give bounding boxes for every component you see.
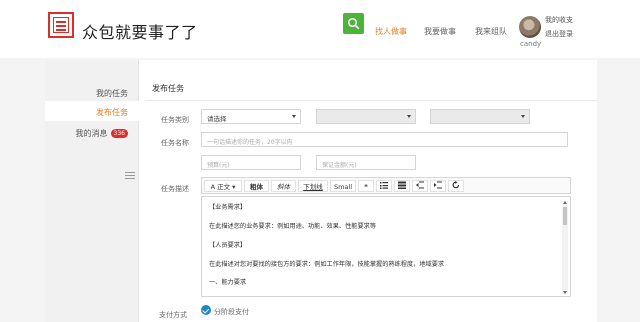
sidebar: 我的任务 发布任务 我的消息 336 [45,60,139,322]
payment-option-label[interactable]: 分阶段支付 [214,307,249,317]
task-name-input[interactable]: 一句话描述你的任务，20字以内 [201,132,568,147]
scroll-up-icon[interactable] [563,201,567,204]
chevron-down-icon [407,115,411,118]
message-count-badge: 336 [110,129,128,138]
search-button[interactable] [343,13,364,34]
underline-button[interactable]: 下划线 [298,180,328,192]
category-select-primary[interactable]: 请选择 [201,109,301,124]
category-select-tertiary[interactable] [430,109,530,124]
sidebar-item-my-tasks[interactable]: 我的任务 [96,88,128,99]
chevron-down-icon [292,115,296,118]
scroll-thumb[interactable] [563,207,567,225]
bullet-list-icon[interactable] [376,180,392,192]
nav-form-team[interactable]: 我来组队 [475,26,507,37]
publish-form: 发布任务 任务类别 请选择 任务名称 一句话描述你的任务，20字以内 预算(元)… [145,60,597,322]
undo-icon[interactable] [448,180,464,192]
editor-line: 一、能力要求 [209,279,247,286]
font-style-dropdown[interactable]: A 正文 ▾ [204,180,242,192]
small-text-button[interactable]: Small [330,180,356,192]
editor-scrollbar[interactable] [562,201,568,294]
logo-icon[interactable] [48,12,74,38]
editor-line: 在此描述对您对要找的接包方的要求：例如工作年限，技能掌握的熟练程度，地域要求 [209,261,445,268]
indent-icon[interactable] [430,180,446,192]
top-header: 众包就要事了了 找人做事 我要做事 我来组队 我的收支 退出登录 candy [0,0,640,58]
font-style-label: A 正文 [210,183,231,191]
bold-button[interactable]: 粗体 [244,180,269,192]
menu-list-icon[interactable] [125,172,135,181]
editor-line: 【人员要求】 [209,242,247,249]
main-panel: 我的任务 发布任务 我的消息 336 发布任务 任务类别 请选择 任务名称 一句话… [45,60,597,322]
description-label: 任务描述 [161,185,189,193]
search-icon [347,17,360,30]
scroll-down-icon[interactable] [563,291,567,294]
description-editor[interactable]: 【业务需求】 在此描述您的业务要求：例如用途、功能、效果、性能要求等 【人员要求… [201,196,571,297]
category-select-value: 请选择 [207,115,227,123]
check-circle-icon[interactable] [201,305,211,315]
nav-do-work[interactable]: 我要做事 [424,26,456,37]
payment-label: 支付方式 [159,311,187,319]
outdent-icon[interactable] [412,180,428,192]
quote-icon[interactable]: ❝ [358,180,374,192]
task-name-label: 任务名称 [161,139,189,147]
avatar[interactable] [519,16,541,38]
username: candy [520,40,542,48]
nav-find-people[interactable]: 找人做事 [375,26,407,37]
editor-line: 【业务需求】 [209,204,247,211]
brand-title[interactable]: 众包就要事了了 [82,19,198,43]
chevron-down-icon [521,115,525,118]
my-income-link[interactable]: 我的收支 [545,15,573,25]
sidebar-item-my-messages[interactable]: 我的消息 336 [76,128,128,139]
editor-line: 在此描述您的业务要求：例如用途、功能、效果、性能要求等 [209,223,377,230]
sidebar-item-label: 我的消息 [75,129,108,138]
deposit-input[interactable]: 保证金额(元) [316,155,416,170]
italic-button[interactable]: 斜体 [271,180,296,192]
sidebar-item-publish-task[interactable]: 发布任务 [96,107,128,118]
category-label: 任务类别 [161,116,189,124]
budget-input[interactable]: 预算(元) [201,155,301,170]
section-title: 发布任务 [152,84,184,93]
logout-link[interactable]: 退出登录 [545,29,573,39]
divider [145,100,597,101]
numbered-list-icon[interactable] [394,180,410,192]
category-select-secondary[interactable] [316,109,416,124]
editor-toolbar: A 正文 ▾ 粗体 斜体 下划线 Small ❝ [201,177,571,194]
